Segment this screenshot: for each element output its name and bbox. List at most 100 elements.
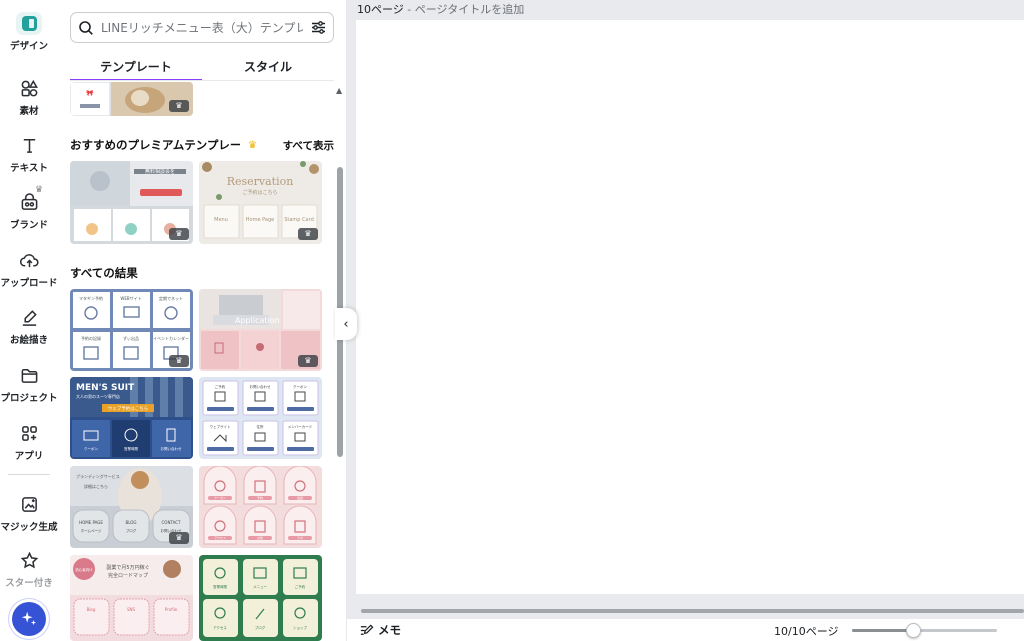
collapse-panel-button[interactable]: ‹ [335,308,357,340]
app-window: デザイン 素材 テキスト ブランド ♛ アップロード お絵描き プロジェクト ア… [0,0,1024,641]
rail-item-draw[interactable]: お絵描き [0,299,58,351]
magic-media-icon [17,492,41,516]
zoom-slider-fill [852,629,913,632]
card-item-label: 定期でネット [159,295,183,301]
folder-icon [17,363,41,387]
upload-icon [17,248,41,272]
rail-item-upload[interactable]: アップロード [0,242,58,294]
template-card[interactable]: ブランディングサービス 詳細はこちら HOME PAGE BLOG CONTAC… [70,466,193,548]
reservation-home-label: Home Page [246,217,274,223]
card-item-label: ウェブサイト [210,424,231,429]
template-card[interactable]: MEN'S SUIT 大人の男のスーツ専門店 ウェブ予約はこちら クーポン 営業… [70,377,193,459]
card-item-label: クーポン [214,495,226,500]
card-item-label: お知 [257,535,263,540]
template-card[interactable]: ご予約 お問い合わせ クーポン ウェブサイト 住所 メンバーカード [199,377,322,459]
card-item-label: SNS [127,607,136,612]
rail-item-text[interactable]: テキスト [0,127,58,179]
scroll-up-icon[interactable]: ▲ [336,86,342,95]
editor-area: 10ページ - ページタイトルを追加 メモ 10/10ページ [347,0,1024,641]
rail-label-text: テキスト [10,163,48,174]
card-item-label: マタギン予約 [79,295,103,301]
crown-icon: ♛ [248,139,257,151]
card-item-label: メニュー [253,585,267,589]
reservation-stamp-label: Stamp Card [284,217,314,223]
rail-item-elements[interactable]: 素材 [0,70,58,122]
rail-item-apps[interactable]: アプリ [0,415,58,467]
card-item-label: CONTACT [162,520,182,525]
template-card[interactable]: マタギン予約 WEBサイト 定期でネット 予約の記録 ずぃ出品 イベントカレンダ… [70,289,193,371]
card-item-label: イベントカレンダー [153,335,189,341]
tabs-divider [70,80,334,81]
tab-styles[interactable]: スタイル [202,52,334,81]
rail-label-starred: スター付き [5,578,53,589]
design-icon [16,12,42,35]
premium-template-card[interactable]: 無料相談会を ♛ [70,161,193,244]
card-item-label: WEBサイト [120,296,141,301]
notes-icon [360,623,374,635]
rail-item-brand[interactable]: ブランド [0,184,58,236]
card-item-label: 予約 [257,495,263,500]
canvas-horizontal-scrollbar[interactable] [361,609,1024,613]
card-item-label: 予約の記録 [81,335,101,341]
template-thumbnail-partial[interactable]: 🎀 ♛ [70,82,193,116]
rail-item-design[interactable]: デザイン [0,0,58,52]
card-item-label: ご予約 [215,384,226,389]
see-all-link[interactable]: すべて表示 [283,138,334,153]
template-card[interactable]: Application ♛ [199,289,322,371]
application-title: Application [235,316,280,325]
results-section-header: すべての結果 [70,264,334,282]
premium-crown-icon: ♛ [169,355,189,367]
mens-suit-subtitle: 大人の男のスーツ専門店 [76,393,120,399]
rail-divider [8,474,50,475]
left-rail: デザイン 素材 テキスト ブランド ♛ アップロード お絵描き プロジェクト ア… [0,0,58,641]
card-item-label: ラボ [297,535,303,540]
page-number: 10ページ [357,3,404,16]
rail-item-projects[interactable]: プロジェクト [0,357,58,409]
premium-section-title: おすすめのプレミアムテンプレート [70,138,240,152]
card-item-label: 営業時間 [124,446,138,451]
zoom-slider[interactable] [852,623,997,638]
branding-subtitle: 詳細はこちら [84,483,108,489]
rail-item-magic-media[interactable]: マジック生成 [0,486,58,538]
sidejob-title: 副業で月5万円稼ぐ [106,564,149,571]
sparkle-icon [21,611,37,626]
results-section-title: すべての結果 [70,266,138,280]
card-item-label: アクセス [213,625,227,630]
page-title-input[interactable]: - ページタイトルを追加 [407,3,524,16]
svg-text:🎀: 🎀 [86,89,94,97]
card-item-sublabel: ブログ [126,528,137,533]
design-canvas[interactable] [356,20,1024,594]
panel-tabs: テンプレート スタイル [70,52,334,81]
rail-label-draw: お絵描き [9,335,48,346]
search-input[interactable] [101,20,303,35]
template-card[interactable]: クーポン 予約 電話 アクセス お知 ラボ [199,466,322,548]
page-count-button[interactable]: 10/10ページ [774,623,838,639]
template-card[interactable]: 初心者向け 副業で月5万円稼ぐ 完全ロードマップ Blog SNS Profil… [70,555,193,641]
template-card[interactable]: 営業時間 メニュー ご予約 アクセス ブログ ショップ [199,555,322,641]
rail-item-starred[interactable]: スター付き [0,542,58,594]
rail-label-elements: 素材 [19,106,39,117]
premium-crown-icon: ♛ [298,228,318,240]
canva-assistant-button[interactable] [12,602,46,636]
sidejob-badge: 初心者向け [75,567,93,572]
notes-button[interactable]: メモ [359,622,401,638]
reservation-title: Reservation [227,175,294,188]
premium-template-card[interactable]: Reservation ご予約はこちら Menu Home Page Stamp… [199,161,322,244]
sidejob-subtitle: 完全ロードマップ [108,572,148,579]
premium-crown-icon: ♛ [298,355,318,367]
zoom-slider-handle[interactable] [906,623,921,638]
premium-crown-icon: ♛ [169,100,189,112]
mens-suit-title: MEN'S SUIT [76,383,135,393]
card-item-label: クーポン [293,384,307,389]
search-box [70,12,334,43]
search-icon[interactable] [71,20,101,36]
chevron-left-icon: ‹ [343,316,349,332]
filter-icon[interactable] [303,19,333,36]
editor-footer: メモ 10/10ページ [347,619,1024,641]
card-item-label: お問い合わせ [161,446,182,451]
apps-icon [17,421,41,445]
tab-templates[interactable]: テンプレート [70,52,202,81]
reservation-menu-label: Menu [214,217,228,223]
premium-section-header: おすすめのプレミアムテンプレート ♛ すべて表示 [70,136,334,154]
rail-label-design: デザイン [9,41,48,52]
